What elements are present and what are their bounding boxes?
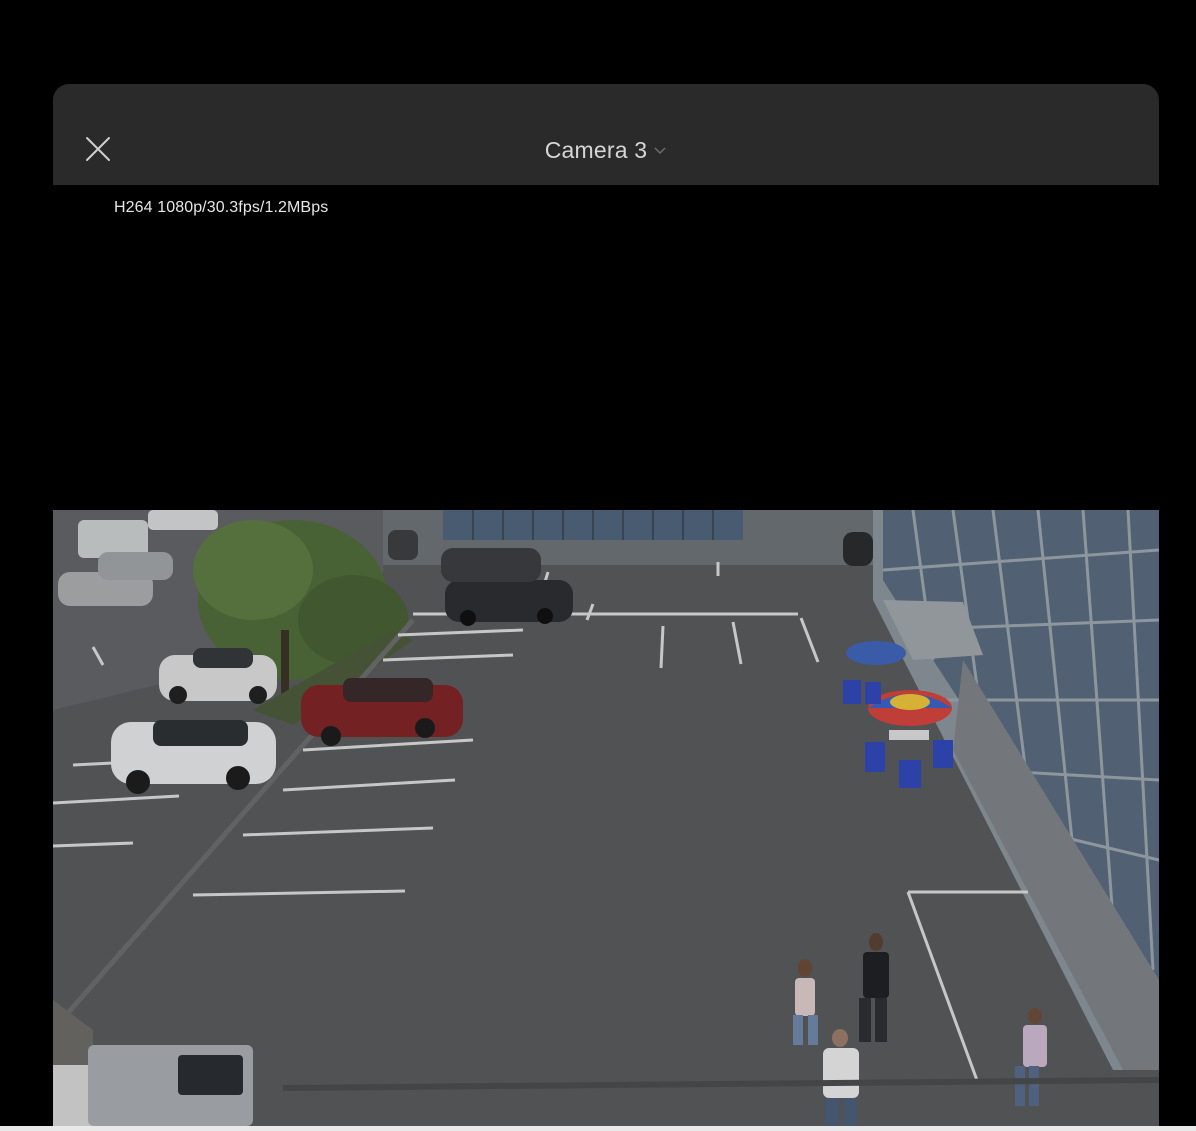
camera-viewer: Camera 3 H264 1080p/30.3fps/1.2MBps xyxy=(0,0,1196,1131)
stream-info: H264 1080p/30.3fps/1.2MBps xyxy=(114,199,329,216)
video-frame-image xyxy=(53,510,1159,1126)
camera-title: Camera 3 xyxy=(544,136,648,163)
bottom-edge xyxy=(0,1126,1196,1131)
camera-selector[interactable]: Camera 3 xyxy=(53,134,1159,166)
chevron-down-icon xyxy=(653,146,667,156)
camera-video-feed[interactable] xyxy=(53,510,1159,1126)
viewer-header: Camera 3 xyxy=(53,84,1159,185)
